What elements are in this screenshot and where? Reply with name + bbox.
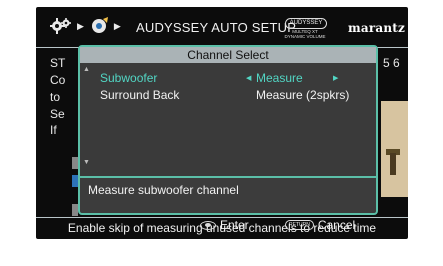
- list-item-surround-back[interactable]: Surround Back Measure (2spkrs): [80, 87, 376, 103]
- list-item-label: Surround Back: [100, 88, 180, 102]
- brand-logo: marantz: [348, 21, 406, 35]
- bg-text-line3: to: [50, 90, 61, 104]
- channel-list: ▲ Subwoofer ◀ Measure ▶ Surround Back Me…: [80, 63, 376, 176]
- breadcrumb-arrow-icon: ▶: [77, 20, 84, 31]
- screen: ▶ ▶ AUDYSSEY AUTO SETUP AUDYSSEY MULTEQ …: [0, 0, 443, 266]
- bg-text-line2: Co: [50, 73, 66, 87]
- cancel-button[interactable]: RETURN Cancel: [285, 218, 355, 232]
- audyssey-logo: AUDYSSEY MULTEQ XT DYNAMIC VOLUME: [283, 18, 327, 40]
- value-left-arrow-icon[interactable]: ◀: [246, 74, 251, 82]
- channel-select-dialog: Channel Select ▲ Subwoofer ◀ Measure ▶ S…: [78, 45, 378, 232]
- microphone-stand: [390, 153, 396, 175]
- audyssey-logo-main: AUDYSSEY: [285, 18, 327, 29]
- audyssey-logo-sub2: DYNAMIC VOLUME: [284, 34, 326, 39]
- scroll-down-icon[interactable]: ▼: [83, 159, 90, 166]
- breadcrumb-title: AUDYSSEY AUTO SETUP: [136, 20, 297, 35]
- bg-text-line1: ST: [50, 56, 66, 70]
- breadcrumb-arrow-icon: ▶: [113, 20, 121, 31]
- dialog-title: Channel Select: [80, 47, 376, 63]
- list-item-value: Measure: [256, 71, 303, 85]
- return-icon: RETURN: [285, 220, 314, 230]
- enter-label: Enter: [220, 218, 249, 232]
- enter-button[interactable]: Enter: [200, 218, 249, 232]
- header: ▶ ▶ AUDYSSEY AUTO SETUP AUDYSSEY MULTEQ …: [36, 7, 408, 45]
- list-item-value: Measure (2spkrs): [256, 88, 350, 102]
- header-icons: ▶ ▶: [50, 17, 124, 35]
- bg-text-line5: If: [50, 123, 57, 137]
- cancel-label: Cancel: [317, 218, 356, 232]
- speaker-setup-icon: [91, 17, 108, 33]
- microphone-photo: [381, 101, 408, 197]
- bg-text-line4: Se: [50, 107, 65, 121]
- value-right-arrow-icon[interactable]: ▶: [333, 74, 338, 82]
- list-item-subwoofer[interactable]: Subwoofer ◀ Measure ▶: [80, 70, 376, 86]
- item-description: Measure subwoofer channel: [88, 183, 239, 197]
- list-item-label: Subwoofer: [100, 71, 158, 85]
- dialog-separator: [80, 176, 376, 178]
- enter-icon: [200, 220, 216, 230]
- gear-icon: [50, 18, 71, 34]
- bg-text-channel-numbers: 5 6: [383, 56, 400, 70]
